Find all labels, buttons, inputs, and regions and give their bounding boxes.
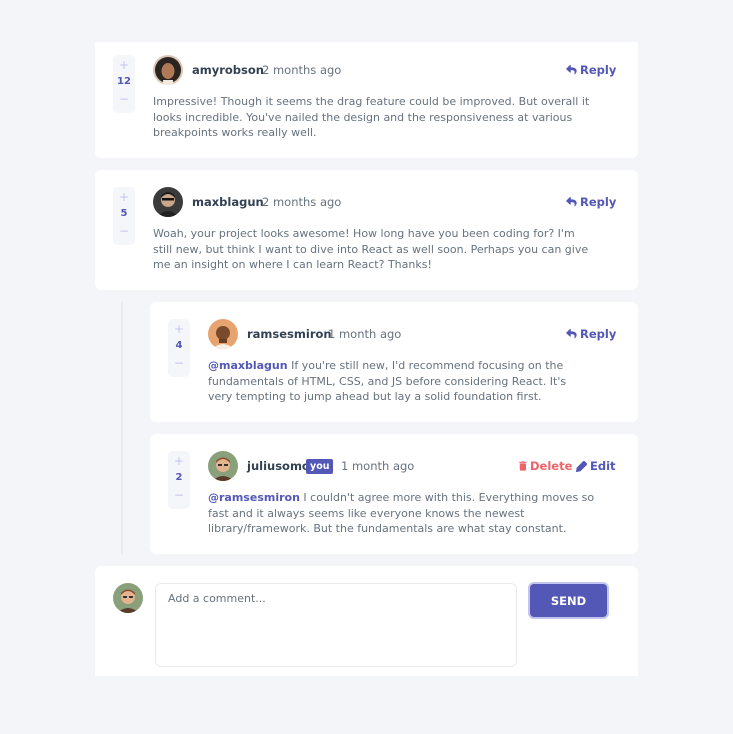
comment-text: Impressive! Though it seems the drag fea… — [153, 95, 590, 140]
edit-button[interactable]: Edit — [576, 459, 616, 473]
vote-widget: + 5 − — [113, 187, 135, 245]
reply-icon — [566, 197, 577, 207]
mention-link[interactable]: @maxblagun — [208, 359, 288, 372]
timestamp: 2 months ago — [262, 195, 342, 209]
downvote-button[interactable]: − — [119, 223, 129, 239]
comment-card-maxblagun: + 5 − maxblagun 2 months ago Reply Woah,… — [95, 170, 638, 290]
score: 5 — [120, 208, 128, 219]
timestamp: 2 months ago — [262, 63, 342, 77]
timestamp: 1 month ago — [328, 327, 402, 341]
reply-icon — [566, 65, 577, 75]
avatar[interactable] — [208, 319, 238, 349]
edit-label: Edit — [590, 459, 616, 473]
avatar[interactable] — [153, 55, 183, 85]
pencil-icon — [576, 460, 587, 472]
reply-label: Reply — [580, 327, 617, 341]
username[interactable]: amyrobson — [192, 63, 264, 77]
username[interactable]: juliusomo — [247, 459, 310, 473]
upvote-button[interactable]: + — [174, 321, 184, 337]
reply-thread-line — [121, 302, 123, 554]
you-badge: you — [306, 459, 334, 474]
score: 4 — [175, 340, 183, 351]
add-comment-card: SEND — [95, 566, 638, 676]
vote-widget: + 4 − — [168, 319, 190, 377]
timestamp: 1 month ago — [341, 459, 415, 473]
trash-icon — [519, 461, 527, 471]
reply-label: Reply — [580, 63, 617, 77]
comment-input[interactable] — [155, 583, 517, 667]
vote-widget: + 12 − — [113, 55, 135, 113]
reply-card-juliusomo: + 2 − juliusomo you 1 month ago Delete E… — [150, 434, 638, 554]
send-button[interactable]: SEND — [528, 582, 609, 619]
reply-icon — [566, 329, 577, 339]
current-user-avatar — [113, 583, 143, 613]
reply-button[interactable]: Reply — [566, 327, 616, 341]
comment-text: @maxblagun If you're still new, I'd reco… — [208, 358, 588, 405]
comment-text: @ramsesmiron I couldn't agree more with … — [208, 490, 598, 537]
vote-widget: + 2 − — [168, 451, 190, 509]
reply-card-ramsesmiron: + 4 − ramsesmiron 1 month ago Reply @max… — [150, 302, 638, 422]
reply-button[interactable]: Reply — [566, 63, 616, 77]
reply-label: Reply — [580, 195, 617, 209]
username[interactable]: ramsesmiron — [247, 327, 332, 341]
downvote-button[interactable]: − — [119, 91, 129, 107]
upvote-button[interactable]: + — [119, 189, 129, 205]
downvote-button[interactable]: − — [174, 355, 184, 371]
comment-card-amyrobson: + 12 − amyrobson 2 months ago Reply Impr… — [95, 42, 638, 158]
reply-button[interactable]: Reply — [566, 195, 616, 209]
delete-button[interactable]: Delete — [519, 459, 572, 473]
avatar[interactable] — [153, 187, 183, 217]
mention-link[interactable]: @ramsesmiron — [208, 491, 300, 504]
username[interactable]: maxblagun — [192, 195, 264, 209]
upvote-button[interactable]: + — [119, 57, 129, 73]
score: 12 — [117, 76, 131, 87]
upvote-button[interactable]: + — [174, 453, 184, 469]
score: 2 — [175, 472, 183, 483]
delete-label: Delete — [530, 459, 573, 473]
comment-text: Woah, your project looks awesome! How lo… — [153, 227, 589, 272]
downvote-button[interactable]: − — [174, 487, 184, 503]
avatar[interactable] — [208, 451, 238, 481]
